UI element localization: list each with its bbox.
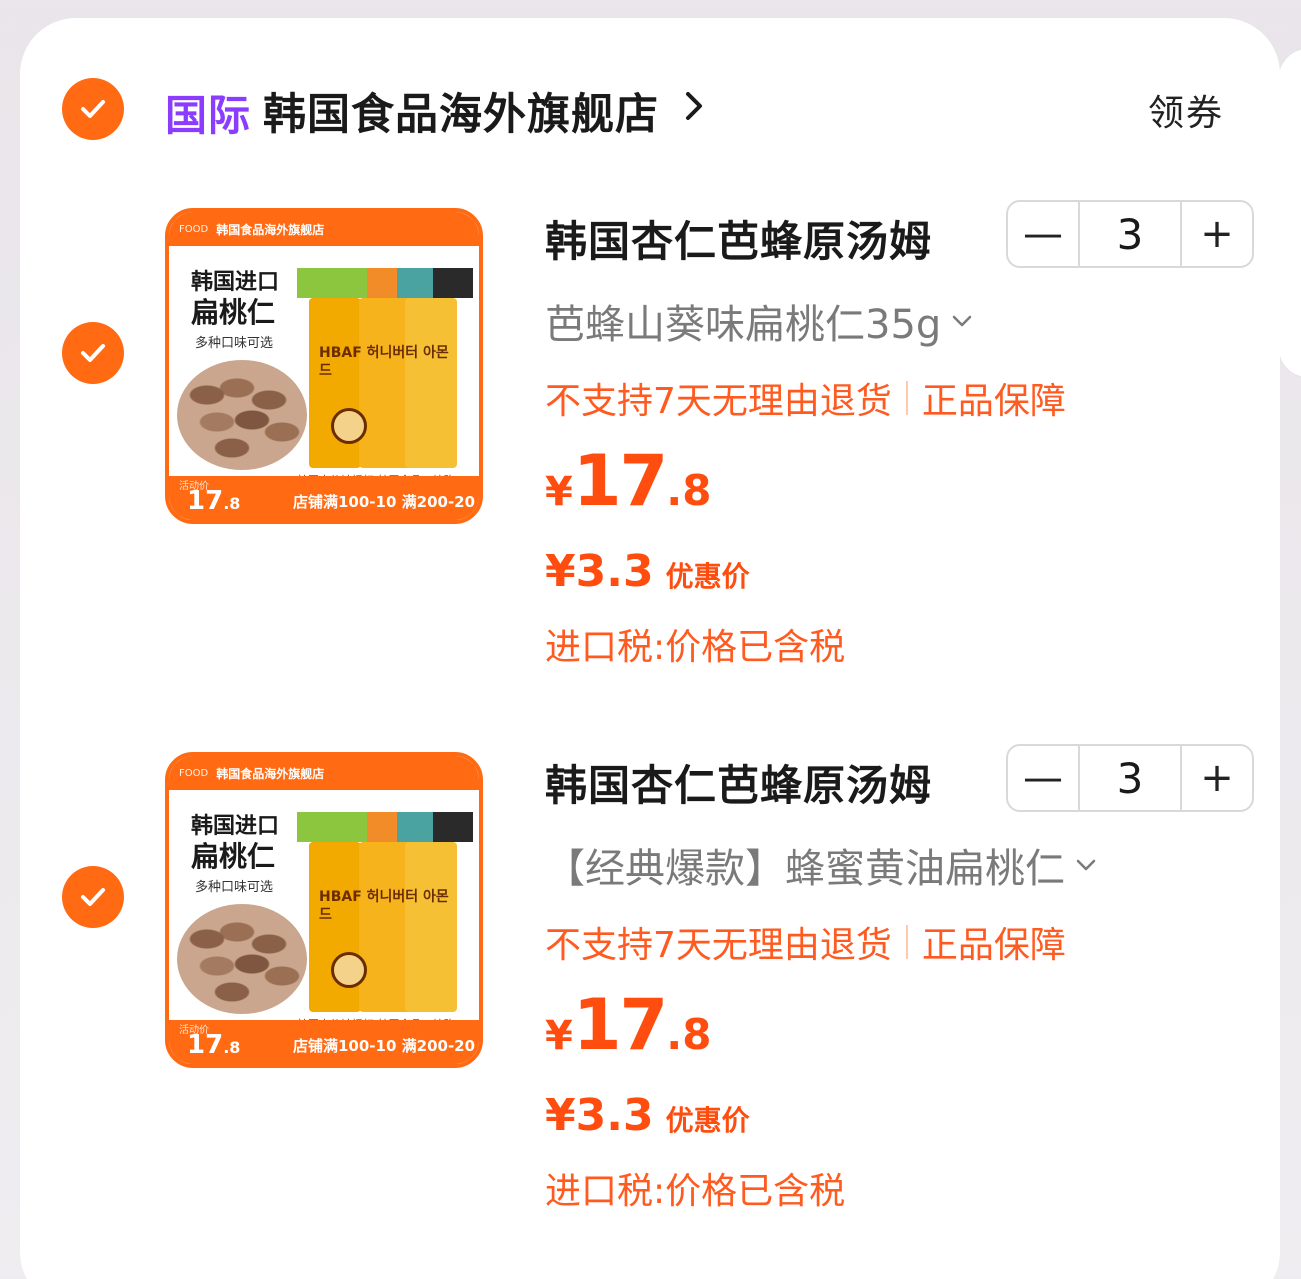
quantity-value[interactable]: 3 — [1078, 202, 1182, 266]
international-badge: 国际 — [165, 91, 252, 140]
policy-divider — [905, 925, 908, 959]
genuine-guarantee-text: 正品保障 — [921, 925, 1066, 966]
thumbnail-headline-1: 韩国进口 — [191, 814, 280, 839]
activity-price: 17.8 — [187, 486, 241, 516]
decrease-quantity-button[interactable]: — — [1008, 202, 1078, 266]
import-tax-note: 进口税:价格已含税 — [545, 1171, 846, 1212]
thumbnail-headline-1: 韩国进口 — [191, 270, 280, 295]
discount-amount: ¥3.3 — [545, 546, 654, 597]
price-decimal: .8 — [666, 1010, 712, 1059]
thumbnail-headline-2: 扁桃仁 — [191, 840, 276, 873]
price-integer: 17 — [572, 440, 668, 522]
chevron-down-icon — [1076, 859, 1096, 871]
decrease-quantity-button[interactable]: — — [1008, 746, 1078, 810]
pack-text: HBAF 허니버터 아몬드 — [319, 889, 449, 923]
cart-store-card: 国际 韩国食品海外旗舰店 领券 FOOD 韩国食品海外旗舰店 韩国进口 扁桃仁 … — [20, 18, 1280, 1279]
chevron-down-icon — [953, 315, 972, 327]
thumbnail-store-tag: 韩国食品海外旗舰店 — [216, 222, 325, 237]
variant-selector[interactable]: 【经典爆款】蜂蜜黄油扁桃仁 — [545, 836, 1097, 894]
next-card-peek — [1278, 48, 1301, 378]
increase-quantity-button[interactable]: + — [1182, 202, 1252, 266]
bee-mascot-icon — [331, 952, 367, 988]
snack-packs-image: HBAF 허니버터 아몬드 — [297, 268, 473, 468]
thumbnail-subline: 多种口味可选 — [195, 336, 274, 351]
discount-label: 优惠价 — [665, 1104, 750, 1137]
store-select-checkbox[interactable] — [62, 78, 124, 140]
store-header: 国际 韩国食品海外旗舰店 领券 — [20, 18, 1280, 188]
import-tax-note: 进口税:价格已含税 — [545, 627, 846, 668]
thumbnail-headline: 韩国进口 扁桃仁 — [191, 268, 279, 328]
almond-bowl-image — [177, 904, 307, 1014]
thumbnail-logo: FOOD — [179, 223, 209, 235]
thumbnail-headline-2: 扁桃仁 — [191, 296, 276, 329]
cart-item: FOOD 韩国食品海外旗舰店 韩国进口 扁桃仁 多种口味可选 HBAF 허니버터… — [20, 744, 1280, 1279]
quantity-stepper: — 3 + — [1006, 744, 1254, 812]
thumbnail-store-banner: FOOD 韩国食品海外旗舰店 — [169, 756, 479, 790]
discount-price: ¥3.3 优惠价 — [545, 1090, 750, 1141]
service-policy: 不支持7天无理由退货 正品保障 — [545, 916, 1066, 968]
thumbnail-store-banner: FOOD 韩国食品海外旗舰店 — [169, 212, 479, 246]
check-icon — [81, 888, 105, 906]
return-policy-text: 不支持7天无理由退货 — [545, 381, 892, 422]
activity-price: 17.8 — [187, 1030, 241, 1060]
discount-amount: ¥3.3 — [545, 1090, 654, 1141]
discount-price: ¥3.3 优惠价 — [545, 546, 750, 597]
genuine-guarantee-text: 正品保障 — [921, 381, 1066, 422]
return-policy-text: 不支持7天无理由退货 — [545, 925, 892, 966]
product-title[interactable]: 韩国杏仁芭蜂原汤姆 — [545, 752, 932, 813]
thumbnail-subline: 多种口味可选 — [195, 880, 274, 895]
item-price: ¥17.8 — [545, 440, 711, 522]
check-icon — [81, 344, 105, 362]
thumbnail-promo: 店铺满100-10 满200-20 — [293, 493, 476, 511]
quantity-stepper: — 3 + — [1006, 200, 1254, 268]
get-coupon-button[interactable]: 领券 — [1148, 84, 1224, 136]
service-policy: 不支持7天无理由退货 正品保障 — [545, 372, 1066, 424]
increase-quantity-button[interactable]: + — [1182, 746, 1252, 810]
thumbnail-promo: 店铺满100-10 满200-20 — [293, 1037, 476, 1055]
thumbnail-store-tag: 韩国食品海外旗舰店 — [216, 766, 325, 781]
check-icon — [81, 100, 105, 118]
thumbnail-logo: FOOD — [179, 767, 209, 779]
price-integer: 17 — [572, 984, 668, 1066]
variant-label: 芭蜂山葵味扁桃仁35g — [545, 302, 942, 348]
policy-divider — [905, 381, 908, 415]
variant-selector[interactable]: 芭蜂山葵味扁桃仁35g — [545, 292, 973, 350]
product-thumbnail[interactable]: FOOD 韩国食品海外旗舰店 韩国进口 扁桃仁 多种口味可选 HBAF 허니버터… — [165, 752, 483, 1068]
price-decimal: .8 — [666, 466, 712, 515]
currency-symbol: ¥ — [545, 469, 573, 515]
product-title[interactable]: 韩国杏仁芭蜂原汤姆 — [545, 208, 932, 269]
chevron-right-icon[interactable] — [680, 88, 708, 124]
variant-label: 【经典爆款】蜂蜜黄油扁桃仁 — [545, 846, 1065, 892]
snack-packs-image: HBAF 허니버터 아몬드 — [297, 812, 473, 1012]
bee-mascot-icon — [331, 408, 367, 444]
product-thumbnail[interactable]: FOOD 韩国食品海外旗舰店 韩国进口 扁桃仁 多种口味可选 HBAF 허니버터… — [165, 208, 483, 524]
discount-label: 优惠价 — [665, 560, 750, 593]
quantity-value[interactable]: 3 — [1078, 746, 1182, 810]
item-select-checkbox[interactable] — [62, 866, 124, 928]
thumbnail-headline: 韩国进口 扁桃仁 — [191, 812, 279, 872]
item-price: ¥17.8 — [545, 984, 711, 1066]
store-name-link[interactable]: 韩国食品海外旗舰店 — [263, 80, 659, 142]
almond-bowl-image — [177, 360, 307, 470]
currency-symbol: ¥ — [545, 1013, 573, 1059]
item-select-checkbox[interactable] — [62, 322, 124, 384]
cart-item: FOOD 韩国食品海外旗舰店 韩国进口 扁桃仁 多种口味可选 HBAF 허니버터… — [20, 200, 1280, 748]
pack-text: HBAF 허니버터 아몬드 — [319, 345, 449, 379]
